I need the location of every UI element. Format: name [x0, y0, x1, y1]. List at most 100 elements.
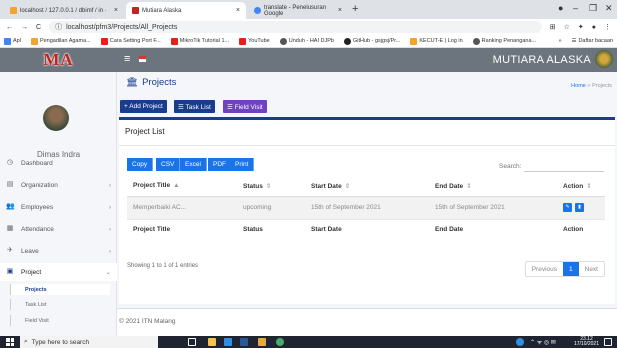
- system-tray-icons[interactable]: ⌃ ᯤ ◎ ✉: [530, 338, 570, 346]
- bookmark-more[interactable]: »: [558, 38, 561, 44]
- close-tab-icon[interactable]: ×: [236, 7, 240, 14]
- account-icon[interactable]: ●: [592, 24, 596, 31]
- add-project-button[interactable]: + Add Project: [120, 100, 167, 113]
- reading-list[interactable]: ☰ Daftar bacaan: [572, 38, 614, 44]
- close-tab-icon[interactable]: ×: [114, 7, 118, 14]
- mutiara-favicon-icon: [132, 7, 139, 14]
- cell-end-date: 15th of September 2021: [429, 196, 557, 220]
- url-field[interactable]: ⓘ localhost/pfm3/Projects/All_Projects: [49, 21, 542, 33]
- page-title-text: Projects: [142, 77, 177, 88]
- sort-asc-icon: ▲: [173, 182, 180, 190]
- browser-tab-google[interactable]: translate - Penelusuran Google ×: [248, 2, 348, 19]
- column-header-end-date[interactable]: End Date ⇕: [429, 176, 557, 197]
- more-label: »: [558, 38, 562, 44]
- new-tab-icon[interactable]: +: [352, 3, 358, 15]
- menu-icon[interactable]: ⋮: [604, 23, 611, 31]
- sidebar-item-label: Organization: [21, 181, 58, 189]
- windows-start-icon[interactable]: [6, 338, 14, 346]
- search-placeholder: Type here to search: [31, 338, 90, 346]
- bookmark-item[interactable]: Pengadilan Agama...: [30, 37, 91, 45]
- maximize-icon[interactable]: ❐: [589, 3, 597, 14]
- delete-icon[interactable]: ▮: [575, 203, 584, 212]
- language-flag-icon[interactable]: [139, 56, 146, 62]
- subnav-projects[interactable]: Projects: [10, 284, 110, 295]
- bookmark-item[interactable]: Cara Setting Port F...: [100, 37, 161, 45]
- reload-icon[interactable]: C: [36, 24, 41, 31]
- store-icon[interactable]: [224, 338, 232, 346]
- app-topbar: ≡ MUTIARA ALASKA: [117, 48, 617, 72]
- subnav-field-visit[interactable]: Field Visit: [10, 315, 110, 326]
- column-label: Status: [243, 182, 263, 190]
- sidebar-item-organization[interactable]: ▤ Organization ›: [0, 176, 117, 194]
- close-window-icon[interactable]: ✕: [605, 3, 613, 14]
- file-explorer-icon[interactable]: [208, 338, 216, 346]
- reading-list-label: Daftar bacaan: [578, 38, 613, 44]
- tab-title: translate - Penelusuran Google: [264, 4, 327, 17]
- help-icon[interactable]: [516, 338, 524, 346]
- page-1-button[interactable]: 1: [563, 262, 579, 276]
- next-page-button[interactable]: Next: [579, 262, 604, 276]
- minimize-icon[interactable]: –: [573, 3, 578, 13]
- chevron-right-icon: ›: [108, 181, 111, 189]
- previous-page-button[interactable]: Previous: [526, 262, 563, 276]
- profile-icon[interactable]: ●: [558, 3, 563, 13]
- bookmark-apps[interactable]: Apl: [4, 37, 21, 45]
- table-info: Showing 1 to 1 of 1 entries: [127, 263, 199, 269]
- print-button[interactable]: Print: [230, 158, 255, 171]
- app-logo[interactable]: MA: [43, 50, 73, 70]
- breadcrumb-current: Projects: [592, 83, 612, 89]
- browser-tab-phpmyadmin[interactable]: localhost / 127.0.0.1 / dbimf / in · ×: [4, 2, 124, 19]
- sidebar-item-leave[interactable]: ✈ Leave ›: [0, 242, 117, 260]
- taskbar-search-input[interactable]: ⌕ Type here to search: [20, 336, 158, 348]
- extensions-icon[interactable]: ✦: [578, 23, 584, 31]
- bookmark-item[interactable]: YouTube: [239, 37, 270, 45]
- excel-button[interactable]: Excel: [180, 158, 207, 171]
- sidebar-item-employees[interactable]: 👥 Employees ›: [0, 198, 117, 216]
- back-icon[interactable]: ←: [6, 24, 13, 31]
- forward-icon[interactable]: →: [21, 24, 28, 31]
- app-icon[interactable]: [258, 338, 266, 346]
- hamburger-menu-icon[interactable]: ≡: [124, 53, 130, 65]
- close-tab-icon[interactable]: ×: [338, 7, 342, 14]
- sidebar-item-project[interactable]: ▣ Project ⌄: [0, 263, 117, 281]
- pdf-button[interactable]: PDF: [208, 158, 232, 171]
- column-header-action[interactable]: Action ⇕: [557, 176, 605, 197]
- globe-icon: [279, 37, 287, 45]
- footer-status: Status: [237, 218, 305, 239]
- search-input[interactable]: [524, 162, 604, 172]
- chrome-icon[interactable]: [276, 338, 284, 346]
- field-visit-button[interactable]: ☰ Field Visit: [223, 100, 267, 113]
- cell-status: upcoming: [237, 196, 305, 220]
- footer: [117, 308, 617, 336]
- csv-button[interactable]: CSV: [156, 158, 181, 171]
- logo-area: MA: [0, 48, 117, 72]
- table-row[interactable]: Memperbaiki AC... upcoming 15th of Septe…: [127, 196, 605, 220]
- copy-button[interactable]: Copy: [127, 158, 154, 171]
- breadcrumb-home[interactable]: Home: [571, 83, 586, 89]
- sort-icon: ⇕: [344, 182, 351, 190]
- bookmark-item[interactable]: GitHub - gsjgsj/Pr...: [343, 37, 400, 45]
- browser-tab-mutiara[interactable]: Mutiara Alaska ×: [126, 2, 246, 19]
- notifications-icon[interactable]: [604, 338, 612, 346]
- sidebar-item-attendance[interactable]: ▦ Attendance ›: [0, 220, 117, 238]
- column-header-start-date[interactable]: Start Date ⇕: [305, 176, 429, 197]
- edit-icon[interactable]: ✎: [563, 203, 572, 212]
- word-icon[interactable]: [240, 338, 248, 346]
- bookmark-item[interactable]: KECUT-E | Log in: [410, 37, 463, 45]
- attendance-icon: ▦: [6, 225, 14, 232]
- column-header-title[interactable]: Project Title ▲: [127, 176, 237, 197]
- subnav-task-list[interactable]: Task List: [10, 299, 110, 310]
- star-icon[interactable]: ☆: [564, 23, 570, 31]
- sidebar-item-dashboard[interactable]: ◷ Dashboard: [0, 154, 117, 172]
- user-avatar[interactable]: [595, 50, 613, 68]
- bookmark-item[interactable]: Unduh - HAI DJPb: [279, 37, 334, 45]
- task-list-button[interactable]: ☰ Task List: [174, 100, 215, 113]
- column-header-status[interactable]: Status ⇕: [237, 176, 305, 197]
- bookmark-label: Apl: [13, 38, 21, 44]
- translate-icon[interactable]: ⊞: [550, 23, 556, 31]
- bookmark-item[interactable]: Ranking Penangana...: [472, 37, 536, 45]
- task-view-icon[interactable]: [188, 338, 196, 346]
- taskbar-clock[interactable]: 23.12 17/10/2021: [574, 337, 599, 347]
- main-content: 🏛 Projects Home > Projects + Add Project…: [117, 72, 617, 336]
- bookmark-item[interactable]: MikroTik Tutorial 1...: [170, 37, 229, 45]
